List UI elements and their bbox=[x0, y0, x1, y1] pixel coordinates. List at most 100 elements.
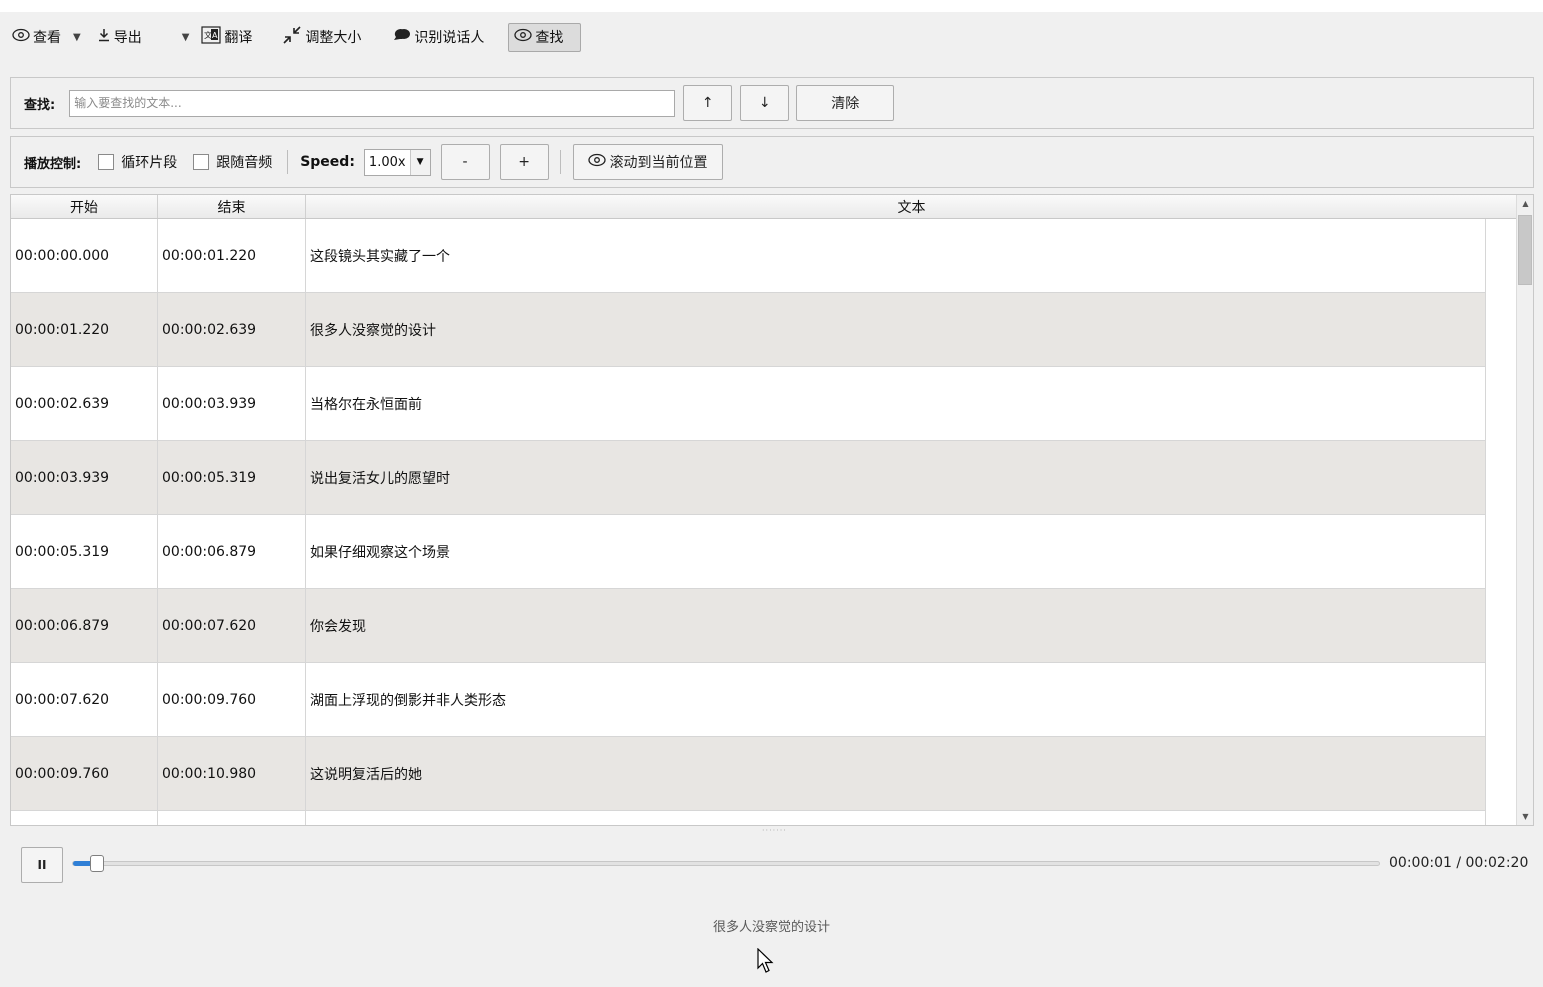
separator bbox=[287, 150, 289, 174]
download-icon bbox=[97, 28, 111, 46]
cell-text[interactable]: 说出复活女儿的愿望时 bbox=[306, 441, 1486, 514]
resize-icon bbox=[282, 25, 302, 49]
cell-text[interactable]: 这说明复活后的她 bbox=[306, 737, 1486, 810]
export-button[interactable]: 导出 bbox=[91, 23, 148, 51]
translate-button[interactable]: 文A 翻译 bbox=[195, 23, 258, 51]
svg-text:文: 文 bbox=[204, 30, 212, 40]
cell-start[interactable]: 00:00:06.879 bbox=[11, 589, 158, 662]
resize-button[interactable]: 调整大小 bbox=[276, 23, 367, 51]
vertical-scrollbar[interactable]: ▲ ▼ bbox=[1516, 195, 1533, 825]
cell-end[interactable]: 00:00:10.980 bbox=[158, 737, 306, 810]
scroll-to-current-label: 滚动到当前位置 bbox=[609, 155, 708, 171]
splitter-handle[interactable]: ······· bbox=[762, 826, 787, 835]
column-header-end[interactable]: 结束 bbox=[158, 195, 306, 218]
view-dropdown-icon[interactable]: ▼ bbox=[69, 23, 85, 51]
find-button[interactable]: 查找 bbox=[508, 22, 582, 52]
cell-text[interactable]: 湖面上浮现的倒影并非人类形态 bbox=[306, 663, 1486, 736]
export-dropdown-icon[interactable]: ▼ bbox=[178, 23, 194, 51]
table-row[interactable]: 00:00:03.939 00:00:05.319 说出复活女儿的愿望时 bbox=[11, 441, 1486, 515]
column-header-start[interactable]: 开始 bbox=[11, 195, 158, 218]
table-header: 开始 结束 文本 bbox=[11, 195, 1517, 219]
table-row[interactable]: 00:00:05.319 00:00:06.879 如果仔细观察这个场景 bbox=[11, 515, 1486, 589]
scroll-up-icon[interactable]: ▲ bbox=[1517, 195, 1533, 212]
pause-icon: II bbox=[37, 858, 47, 872]
cell-text[interactable]: 当格尔在永恒面前 bbox=[306, 367, 1486, 440]
table-cell[interactable] bbox=[306, 811, 1486, 825]
cell-start[interactable]: 00:00:03.939 bbox=[11, 441, 158, 514]
arrow-up-icon: ↑ bbox=[701, 95, 714, 111]
eye-icon bbox=[514, 28, 533, 46]
cell-text[interactable]: 这段镜头其实藏了一个 bbox=[306, 219, 1486, 292]
cell-start[interactable]: 00:00:09.760 bbox=[11, 737, 158, 810]
search-label: 查找: bbox=[24, 97, 56, 113]
speed-label: Speed: bbox=[300, 154, 355, 170]
identify-speaker-button[interactable]: 识别说话人 bbox=[385, 23, 490, 51]
chevron-down-icon[interactable]: ▼ bbox=[409, 149, 430, 175]
cell-end[interactable]: 00:00:01.220 bbox=[158, 219, 306, 292]
search-input[interactable] bbox=[69, 89, 676, 117]
view-button[interactable]: 查看 bbox=[6, 23, 67, 51]
title-bar bbox=[0, 0, 1543, 12]
loop-segment-label: 循环片段 bbox=[121, 155, 178, 171]
cell-text[interactable]: 你会发现 bbox=[306, 589, 1486, 662]
speed-decrease-button[interactable]: - bbox=[440, 144, 490, 180]
table-row[interactable]: 00:00:06.879 00:00:07.620 你会发现 bbox=[11, 589, 1486, 663]
cell-start[interactable]: 00:00:07.620 bbox=[11, 663, 158, 736]
cell-end[interactable]: 00:00:09.760 bbox=[158, 663, 306, 736]
arrow-down-icon: ↓ bbox=[758, 95, 771, 111]
pause-button[interactable]: II bbox=[21, 847, 63, 883]
scroll-down-icon[interactable]: ▼ bbox=[1517, 808, 1533, 825]
table-cell[interactable] bbox=[158, 811, 306, 825]
clear-label: 清除 bbox=[831, 96, 860, 112]
table-row[interactable] bbox=[11, 811, 1486, 825]
eye-icon bbox=[587, 153, 606, 171]
cell-start[interactable]: 00:00:02.639 bbox=[11, 367, 158, 440]
table-row[interactable]: 00:00:00.000 00:00:01.220 这段镜头其实藏了一个 bbox=[11, 219, 1486, 293]
search-down-button[interactable]: ↓ bbox=[740, 85, 790, 121]
table-row[interactable]: 00:00:02.639 00:00:03.939 当格尔在永恒面前 bbox=[11, 367, 1486, 441]
cell-start[interactable]: 00:00:05.319 bbox=[11, 515, 158, 588]
mouse-cursor-icon bbox=[756, 947, 774, 978]
table-cell[interactable] bbox=[11, 811, 158, 825]
cell-text[interactable]: 如果仔细观察这个场景 bbox=[306, 515, 1486, 588]
table-row[interactable]: 00:00:01.220 00:00:02.639 很多人没察觉的设计 bbox=[11, 293, 1486, 367]
translate-icon: 文A bbox=[201, 26, 222, 48]
cell-end[interactable]: 00:00:03.939 bbox=[158, 367, 306, 440]
plus-label: + bbox=[518, 154, 530, 170]
find-label: 查找 bbox=[535, 30, 564, 46]
checkbox-box[interactable] bbox=[98, 154, 115, 170]
slider-handle[interactable] bbox=[90, 855, 105, 872]
speed-select[interactable]: 1.00x ▼ bbox=[363, 148, 431, 176]
cell-start[interactable]: 00:00:00.000 bbox=[11, 219, 158, 292]
follow-audio-checkbox[interactable]: 跟随音频 bbox=[193, 152, 272, 172]
app-window: 查看 ▼ 导出 ▼ 文A 翻译 调整大小 识别说话人 查找 查找: 输入要查找的… bbox=[0, 0, 1543, 987]
time-display: 00:00:01 / 00:02:20 bbox=[1389, 855, 1529, 871]
view-label: 查看 bbox=[33, 30, 61, 46]
cell-end[interactable]: 00:00:05.319 bbox=[158, 441, 306, 514]
table-row[interactable]: 00:00:07.620 00:00:09.760 湖面上浮现的倒影并非人类形态 bbox=[11, 663, 1486, 737]
clear-button[interactable]: 清除 bbox=[796, 85, 895, 121]
cell-end[interactable]: 00:00:02.639 bbox=[158, 293, 306, 366]
svg-text:A: A bbox=[212, 31, 218, 40]
cell-text[interactable]: 很多人没察觉的设计 bbox=[306, 293, 1486, 366]
cell-start[interactable]: 00:00:01.220 bbox=[11, 293, 158, 366]
cell-end[interactable]: 00:00:07.620 bbox=[158, 589, 306, 662]
translate-label: 翻译 bbox=[224, 30, 253, 46]
subtitle-table: 开始 结束 文本 00:00:00.000 00:00:01.220 这段镜头其实藏… bbox=[10, 194, 1534, 826]
speed-increase-button[interactable]: + bbox=[499, 144, 549, 180]
search-up-button[interactable]: ↑ bbox=[683, 85, 733, 121]
table-row[interactable]: 00:00:09.760 00:00:10.980 这说明复活后的她 bbox=[11, 737, 1486, 811]
toolbar: 查看 ▼ 导出 ▼ 文A 翻译 调整大小 识别说话人 查找 bbox=[0, 12, 1543, 62]
scroll-to-current-button[interactable]: 滚动到当前位置 bbox=[572, 144, 723, 180]
scrollbar-thumb[interactable] bbox=[1518, 215, 1532, 285]
checkbox-box[interactable] bbox=[193, 154, 210, 170]
table-body: 00:00:00.000 00:00:01.220 这段镜头其实藏了一个 00:00:… bbox=[11, 219, 1486, 825]
loop-segment-checkbox[interactable]: 循环片段 bbox=[98, 152, 177, 172]
playback-label: 播放控制: bbox=[24, 156, 82, 172]
column-header-text[interactable]: 文本 bbox=[306, 195, 1517, 218]
identify-speaker-label: 识别说话人 bbox=[414, 30, 485, 46]
follow-audio-label: 跟随音频 bbox=[216, 155, 273, 171]
export-label: 导出 bbox=[113, 30, 142, 46]
progress-slider[interactable] bbox=[72, 855, 1380, 872]
cell-end[interactable]: 00:00:06.879 bbox=[158, 515, 306, 588]
